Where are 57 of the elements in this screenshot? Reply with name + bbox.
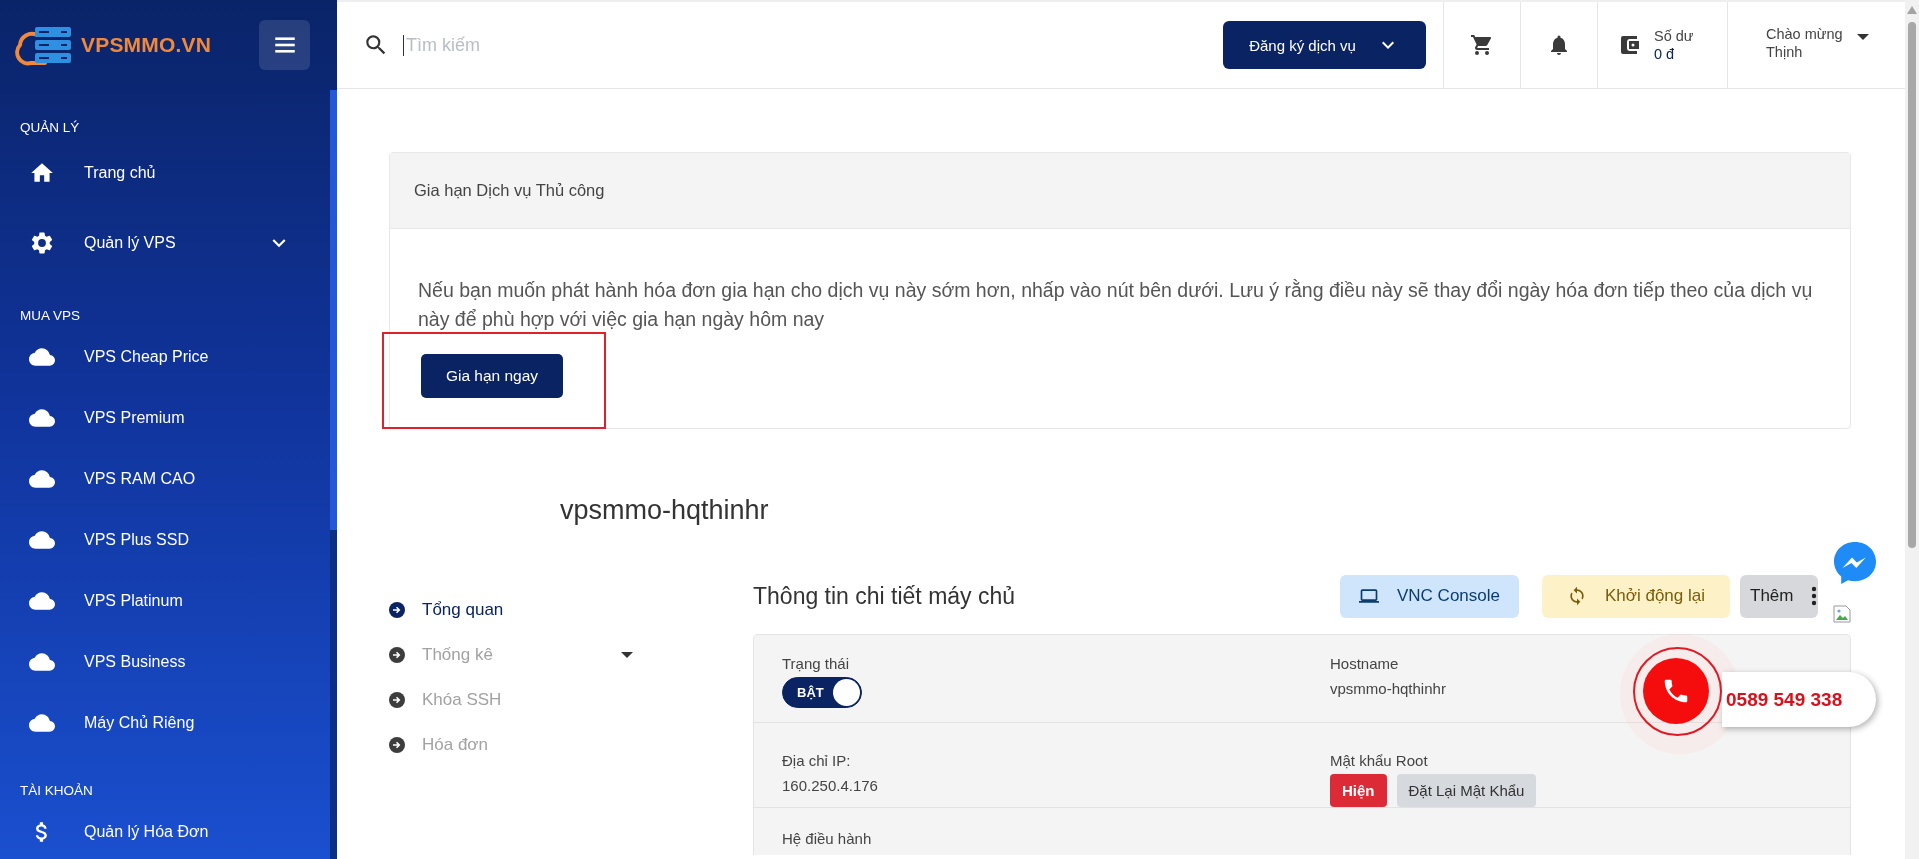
more-icon bbox=[1811, 586, 1818, 606]
sidebar-item[interactable]: VPS Premium bbox=[0, 387, 320, 448]
broken-image-icon bbox=[1833, 605, 1851, 623]
more-button[interactable]: Thêm bbox=[1740, 574, 1818, 618]
renew-now-button[interactable]: Gia hạn ngay bbox=[421, 354, 563, 398]
scrollbar-thumb[interactable] bbox=[330, 90, 337, 530]
sidebar-item[interactable]: VPS Platinum bbox=[0, 570, 320, 631]
arrow-circle-icon bbox=[389, 646, 405, 663]
section-heading: QUẢN LÝ bbox=[20, 119, 80, 137]
arrow-circle-icon bbox=[389, 691, 405, 708]
refresh-icon bbox=[1567, 586, 1587, 606]
section-heading: MUA VPS bbox=[20, 307, 81, 325]
arrow-circle-icon bbox=[389, 736, 405, 753]
laptop-icon bbox=[1359, 586, 1379, 606]
status-toggle[interactable]: BẬT bbox=[782, 677, 862, 708]
vnc-console-button[interactable]: VNC Console bbox=[1340, 574, 1519, 618]
caret-icon bbox=[1856, 34, 1869, 40]
scroll-up-icon[interactable] bbox=[1907, 6, 1917, 14]
balance-value: 0 đ bbox=[1654, 45, 1676, 63]
settings-icon bbox=[29, 230, 55, 256]
messenger-icon[interactable] bbox=[1832, 540, 1878, 586]
renew-description: Nếu bạn muốn phát hành hóa đơn gia hạn cho dịch vụ này sớm hơn, nhấp vào nút bên dưới. Lưu ý rằng điều này sẽ thay đổi ngày hóa đơn tiếp theo của dịch vụ này để phù hợp với việc gia hạn ngày hôm nay bbox=[418, 278, 1814, 332]
field-label: Mật khẩu Root bbox=[1330, 752, 1428, 770]
field-value: 160.250.4.176 bbox=[782, 777, 878, 795]
logo-text: VPSMMO.VN bbox=[81, 33, 212, 57]
restart-button[interactable]: Khởi động lại bbox=[1542, 574, 1730, 618]
sidebar-item[interactable]: Quản lý Hóa Đơn bbox=[0, 801, 320, 859]
sidebar-item[interactable]: VPS Cheap Price bbox=[0, 326, 320, 387]
reset-password-button[interactable]: Đặt Lại Mật Khẩu bbox=[1396, 774, 1537, 807]
field-label: Hostname bbox=[1330, 655, 1399, 673]
sidebar-item[interactable]: VPS Business bbox=[0, 631, 320, 692]
greeting-text: Chào mừng bbox=[1766, 25, 1843, 43]
field-label: Hệ điều hành bbox=[782, 830, 872, 848]
server-tab[interactable]: Tổng quan bbox=[389, 587, 633, 632]
user-name: Thịnh bbox=[1766, 43, 1804, 61]
sidebar-item[interactable]: VPS RAM CAO bbox=[0, 448, 320, 509]
sidebar-item[interactable]: VPS Plus SSD bbox=[0, 509, 320, 570]
phone-link[interactable]: 0589 549 338 bbox=[1722, 672, 1876, 727]
menu-button[interactable] bbox=[259, 20, 310, 70]
server-name: vpsmmo-hqthinhr bbox=[560, 495, 769, 525]
field-label: Địa chỉ IP: bbox=[782, 752, 851, 770]
field-value: vpsmmo-hqthinhr bbox=[1330, 680, 1446, 698]
caret-icon bbox=[621, 651, 633, 658]
sidebar-item[interactable]: Quản lý VPS bbox=[0, 208, 320, 278]
section-title: Thông tin chi tiết máy chủ bbox=[753, 582, 1016, 609]
scrollbar-thumb[interactable] bbox=[1908, 22, 1916, 548]
cart-icon bbox=[1470, 33, 1494, 57]
balance-label: Số dư bbox=[1654, 27, 1694, 45]
sidebar-item[interactable]: Máy Chủ Riêng bbox=[0, 692, 320, 753]
card-title: Gia hạn Dịch vụ Thủ công bbox=[414, 181, 605, 200]
wallet-icon bbox=[1618, 33, 1642, 57]
sidebar-item[interactable]: Trang chủ bbox=[0, 138, 320, 208]
register-service-button[interactable]: Đăng ký dịch vụ bbox=[1223, 21, 1426, 69]
arrow-circle-icon bbox=[389, 601, 405, 618]
section-heading: TÀI KHOẢN bbox=[20, 782, 93, 800]
show-password-button[interactable]: Hiện bbox=[1330, 774, 1387, 807]
field-label: Trạng thái bbox=[782, 655, 849, 673]
